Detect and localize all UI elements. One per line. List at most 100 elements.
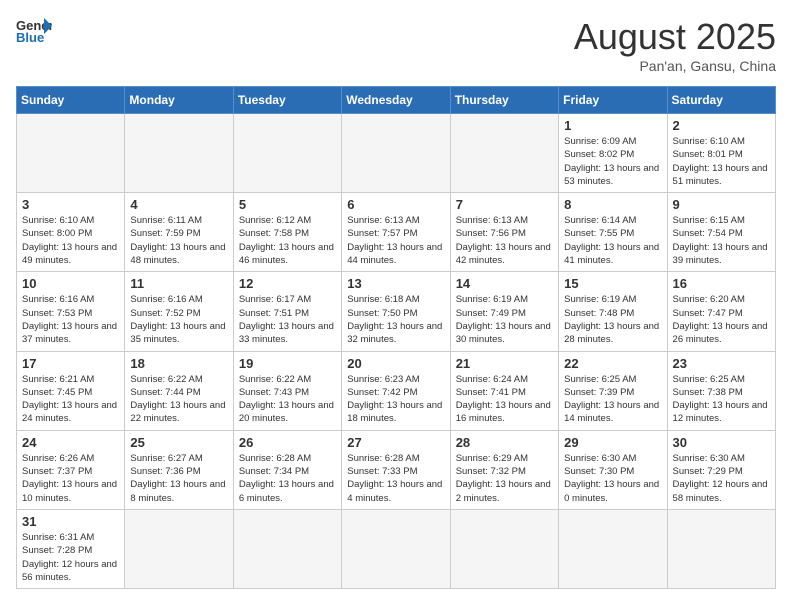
- calendar-cell: [559, 509, 667, 588]
- calendar-cell: 17 Sunrise: 6:21 AM Sunset: 7:45 PM Dayli…: [17, 351, 125, 430]
- day-info: Sunrise: 6:14 AM Sunset: 7:55 PM Dayligh…: [564, 214, 661, 267]
- day-number: 3: [22, 197, 119, 212]
- day-info: Sunrise: 6:27 AM Sunset: 7:36 PM Dayligh…: [130, 452, 227, 505]
- calendar-cell: 8 Sunrise: 6:14 AM Sunset: 7:55 PM Daylig…: [559, 193, 667, 272]
- calendar-cell: [450, 114, 558, 193]
- day-number: 5: [239, 197, 336, 212]
- day-info: Sunrise: 6:26 AM Sunset: 7:37 PM Dayligh…: [22, 452, 119, 505]
- day-info: Sunrise: 6:15 AM Sunset: 7:54 PM Dayligh…: [673, 214, 770, 267]
- day-number: 16: [673, 276, 770, 291]
- day-number: 31: [22, 514, 119, 529]
- subtitle: Pan'an, Gansu, China: [574, 58, 776, 74]
- calendar-cell: 27 Sunrise: 6:28 AM Sunset: 7:33 PM Dayli…: [342, 430, 450, 509]
- day-number: 8: [564, 197, 661, 212]
- calendar-cell: 28 Sunrise: 6:29 AM Sunset: 7:32 PM Dayli…: [450, 430, 558, 509]
- day-number: 11: [130, 276, 227, 291]
- day-info: Sunrise: 6:09 AM Sunset: 8:02 PM Dayligh…: [564, 135, 661, 188]
- week-row-4: 24 Sunrise: 6:26 AM Sunset: 7:37 PM Dayli…: [17, 430, 776, 509]
- day-number: 17: [22, 356, 119, 371]
- calendar-body: 1 Sunrise: 6:09 AM Sunset: 8:02 PM Daylig…: [17, 114, 776, 589]
- calendar-cell: [342, 114, 450, 193]
- calendar-cell: [17, 114, 125, 193]
- day-info: Sunrise: 6:24 AM Sunset: 7:41 PM Dayligh…: [456, 373, 553, 426]
- day-info: Sunrise: 6:13 AM Sunset: 7:56 PM Dayligh…: [456, 214, 553, 267]
- day-header-saturday: Saturday: [667, 87, 775, 114]
- day-number: 28: [456, 435, 553, 450]
- calendar-cell: [450, 509, 558, 588]
- day-number: 6: [347, 197, 444, 212]
- day-number: 27: [347, 435, 444, 450]
- week-row-0: 1 Sunrise: 6:09 AM Sunset: 8:02 PM Daylig…: [17, 114, 776, 193]
- day-number: 4: [130, 197, 227, 212]
- logo-icon: General Blue: [16, 16, 52, 44]
- day-number: 20: [347, 356, 444, 371]
- day-number: 26: [239, 435, 336, 450]
- calendar-cell: 20 Sunrise: 6:23 AM Sunset: 7:42 PM Dayli…: [342, 351, 450, 430]
- calendar-cell: [125, 114, 233, 193]
- day-number: 25: [130, 435, 227, 450]
- calendar-cell: [233, 114, 341, 193]
- calendar-cell: 6 Sunrise: 6:13 AM Sunset: 7:57 PM Daylig…: [342, 193, 450, 272]
- day-info: Sunrise: 6:10 AM Sunset: 8:00 PM Dayligh…: [22, 214, 119, 267]
- day-number: 15: [564, 276, 661, 291]
- day-info: Sunrise: 6:23 AM Sunset: 7:42 PM Dayligh…: [347, 373, 444, 426]
- calendar-cell: 22Sunrise: 6:25 AM Sunset: 7:39 PM Dayli…: [559, 351, 667, 430]
- week-row-5: 31Sunrise: 6:31 AM Sunset: 7:28 PM Dayli…: [17, 509, 776, 588]
- day-number: 7: [456, 197, 553, 212]
- day-info: Sunrise: 6:10 AM Sunset: 8:01 PM Dayligh…: [673, 135, 770, 188]
- day-number: 9: [673, 197, 770, 212]
- calendar-cell: 16Sunrise: 6:20 AM Sunset: 7:47 PM Dayli…: [667, 272, 775, 351]
- day-header-thursday: Thursday: [450, 87, 558, 114]
- month-title: August 2025: [574, 16, 776, 58]
- day-info: Sunrise: 6:28 AM Sunset: 7:33 PM Dayligh…: [347, 452, 444, 505]
- day-number: 29: [564, 435, 661, 450]
- calendar-header-row: SundayMondayTuesdayWednesdayThursdayFrid…: [17, 87, 776, 114]
- week-row-3: 17 Sunrise: 6:21 AM Sunset: 7:45 PM Dayli…: [17, 351, 776, 430]
- day-number: 18: [130, 356, 227, 371]
- calendar-cell: 15 Sunrise: 6:19 AM Sunset: 7:48 PM Dayli…: [559, 272, 667, 351]
- day-header-tuesday: Tuesday: [233, 87, 341, 114]
- day-number: 12: [239, 276, 336, 291]
- calendar-cell: 25 Sunrise: 6:27 AM Sunset: 7:36 PM Dayli…: [125, 430, 233, 509]
- day-header-sunday: Sunday: [17, 87, 125, 114]
- day-header-monday: Monday: [125, 87, 233, 114]
- calendar-cell: 21Sunrise: 6:24 AM Sunset: 7:41 PM Dayli…: [450, 351, 558, 430]
- day-info: Sunrise: 6:18 AM Sunset: 7:50 PM Dayligh…: [347, 293, 444, 346]
- svg-text:Blue: Blue: [16, 30, 44, 44]
- calendar-cell: 23Sunrise: 6:25 AM Sunset: 7:38 PM Dayli…: [667, 351, 775, 430]
- calendar-cell: 11 Sunrise: 6:16 AM Sunset: 7:52 PM Dayli…: [125, 272, 233, 351]
- calendar-cell: [342, 509, 450, 588]
- day-info: Sunrise: 6:29 AM Sunset: 7:32 PM Dayligh…: [456, 452, 553, 505]
- calendar-cell: 31Sunrise: 6:31 AM Sunset: 7:28 PM Dayli…: [17, 509, 125, 588]
- calendar-cell: 26 Sunrise: 6:28 AM Sunset: 7:34 PM Dayli…: [233, 430, 341, 509]
- day-number: 23: [673, 356, 770, 371]
- day-info: Sunrise: 6:30 AM Sunset: 7:30 PM Dayligh…: [564, 452, 661, 505]
- day-number: 24: [22, 435, 119, 450]
- calendar-cell: 30Sunrise: 6:30 AM Sunset: 7:29 PM Dayli…: [667, 430, 775, 509]
- day-info: Sunrise: 6:19 AM Sunset: 7:49 PM Dayligh…: [456, 293, 553, 346]
- day-info: Sunrise: 6:16 AM Sunset: 7:52 PM Dayligh…: [130, 293, 227, 346]
- calendar-cell: 5 Sunrise: 6:12 AM Sunset: 7:58 PM Daylig…: [233, 193, 341, 272]
- day-info: Sunrise: 6:22 AM Sunset: 7:44 PM Dayligh…: [130, 373, 227, 426]
- logo: General Blue: [16, 16, 52, 44]
- day-number: 14: [456, 276, 553, 291]
- day-info: Sunrise: 6:21 AM Sunset: 7:45 PM Dayligh…: [22, 373, 119, 426]
- day-info: Sunrise: 6:22 AM Sunset: 7:43 PM Dayligh…: [239, 373, 336, 426]
- day-number: 1: [564, 118, 661, 133]
- calendar-cell: 2Sunrise: 6:10 AM Sunset: 8:01 PM Daylig…: [667, 114, 775, 193]
- day-info: Sunrise: 6:13 AM Sunset: 7:57 PM Dayligh…: [347, 214, 444, 267]
- calendar-cell: 7 Sunrise: 6:13 AM Sunset: 7:56 PM Daylig…: [450, 193, 558, 272]
- day-info: Sunrise: 6:11 AM Sunset: 7:59 PM Dayligh…: [130, 214, 227, 267]
- calendar-cell: [125, 509, 233, 588]
- calendar-cell: 9 Sunrise: 6:15 AM Sunset: 7:54 PM Daylig…: [667, 193, 775, 272]
- calendar-cell: 12 Sunrise: 6:17 AM Sunset: 7:51 PM Dayli…: [233, 272, 341, 351]
- day-number: 10: [22, 276, 119, 291]
- calendar-cell: 1 Sunrise: 6:09 AM Sunset: 8:02 PM Daylig…: [559, 114, 667, 193]
- day-info: Sunrise: 6:12 AM Sunset: 7:58 PM Dayligh…: [239, 214, 336, 267]
- calendar-cell: [233, 509, 341, 588]
- day-number: 19: [239, 356, 336, 371]
- calendar-cell: 24 Sunrise: 6:26 AM Sunset: 7:37 PM Dayli…: [17, 430, 125, 509]
- day-info: Sunrise: 6:17 AM Sunset: 7:51 PM Dayligh…: [239, 293, 336, 346]
- day-info: Sunrise: 6:28 AM Sunset: 7:34 PM Dayligh…: [239, 452, 336, 505]
- day-info: Sunrise: 6:19 AM Sunset: 7:48 PM Dayligh…: [564, 293, 661, 346]
